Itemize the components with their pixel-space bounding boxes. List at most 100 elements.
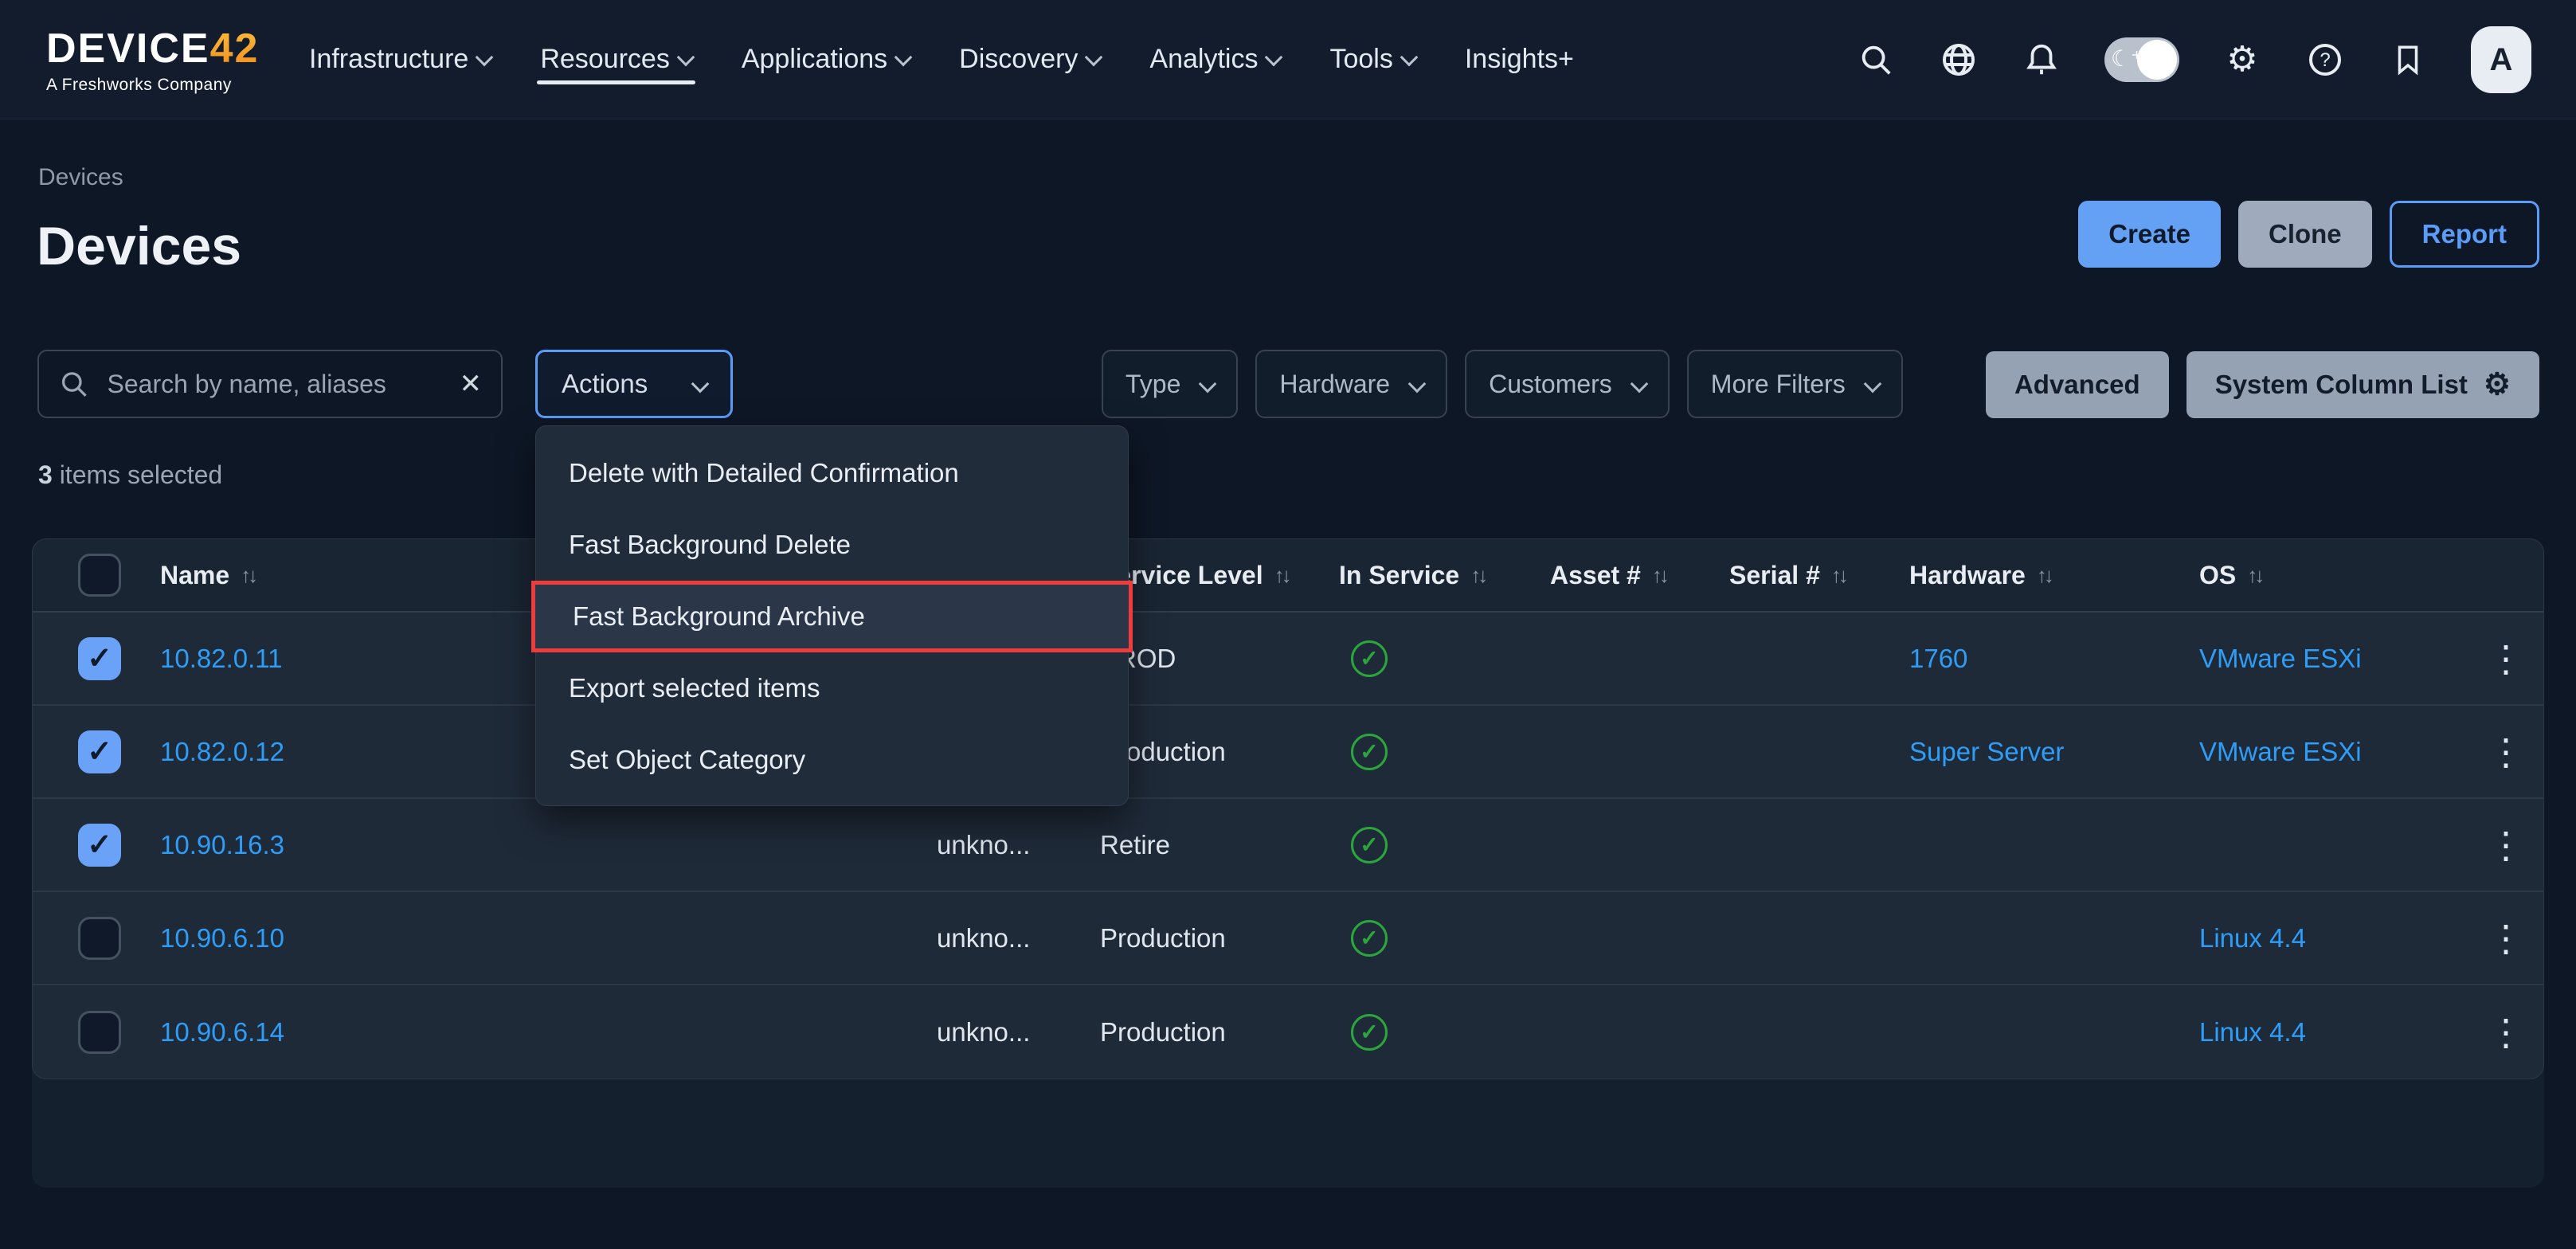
column-label: Hardware: [1909, 561, 2026, 590]
chevron-down-icon: [1630, 375, 1648, 393]
menu-item-fast-background-delete[interactable]: Fast Background Delete: [536, 509, 1128, 581]
filter-label: Hardware: [1279, 370, 1390, 399]
search-icon[interactable]: [1856, 40, 1896, 80]
actions-dropdown-menu: Delete with Detailed ConfirmationFast Ba…: [535, 425, 1129, 806]
header-buttons: Create Clone Report: [2078, 201, 2539, 268]
in-service-cell: ✓: [1323, 734, 1534, 770]
search-input[interactable]: [108, 370, 442, 399]
sort-icon[interactable]: ↑↓: [2247, 563, 2261, 588]
sort-icon[interactable]: ↑↓: [241, 563, 255, 588]
selection-status: 3 items selected: [38, 460, 222, 490]
globe-icon[interactable]: [1939, 40, 1979, 80]
clone-button[interactable]: Clone: [2238, 201, 2372, 268]
nav-item-resources[interactable]: Resources: [532, 20, 700, 99]
clear-search-icon[interactable]: ✕: [460, 368, 483, 400]
column-header-os[interactable]: OS↑↓: [2182, 561, 2468, 590]
breadcrumb[interactable]: Devices: [38, 164, 123, 191]
row-menu-kebab-icon[interactable]: ⋮: [2468, 1014, 2543, 1051]
nav-item-label: Infrastructure: [309, 44, 468, 75]
select-all-checkbox[interactable]: [78, 554, 121, 597]
chevron-down-icon: [1408, 375, 1427, 393]
os-link[interactable]: Linux 4.4: [2182, 1017, 2468, 1047]
menu-item-fast-background-archive[interactable]: Fast Background Archive: [531, 581, 1133, 652]
column-header-in_service[interactable]: In Service↑↓: [1323, 561, 1534, 590]
chevron-down-icon: [476, 48, 494, 66]
chevron-down-icon: [677, 48, 695, 66]
column-label: Serial #: [1729, 561, 1820, 590]
hardware-link[interactable]: 1760: [1892, 644, 2182, 674]
row-menu-kebab-icon[interactable]: ⋮: [2468, 734, 2543, 770]
column-header-serial[interactable]: Serial # ↑↓: [1713, 561, 1892, 590]
row-menu-kebab-icon[interactable]: ⋮: [2468, 827, 2543, 863]
table-row-10.82.0.11: ✓10.82.0.11PROD✓1760VMware ESXi⋮: [33, 613, 2543, 706]
row-menu-kebab-icon[interactable]: ⋮: [2468, 640, 2543, 677]
nav-item-analytics[interactable]: Analytics: [1141, 20, 1288, 99]
column-label: Name: [160, 561, 229, 590]
in-service-cell: ✓: [1323, 920, 1534, 957]
devices-table: Name↑↓Service Level↑↓In Service↑↓Asset #…: [32, 538, 2544, 1079]
nav-item-label: Discovery: [959, 44, 1078, 75]
report-button[interactable]: Report: [2390, 201, 2539, 268]
os-link[interactable]: VMware ESXi: [2182, 644, 2468, 674]
nav-item-label: Tools: [1329, 44, 1392, 75]
hardware-link[interactable]: Super Server: [1892, 737, 2182, 767]
chevron-down-icon: [1199, 375, 1217, 393]
column-header-asset[interactable]: Asset #↑↓: [1534, 561, 1713, 590]
sort-icon[interactable]: ↑↓: [1274, 563, 1289, 588]
notifications-bell-icon[interactable]: [2022, 40, 2061, 80]
devices-table-card: Name↑↓Service Level↑↓In Service↑↓Asset #…: [32, 538, 2544, 1188]
system-column-list-button[interactable]: System Column List ⚙: [2186, 351, 2539, 418]
row-checkbox[interactable]: [78, 917, 121, 960]
in-service-cell: ✓: [1323, 640, 1534, 677]
device-name-link[interactable]: 10.90.16.3: [128, 830, 929, 860]
row-checkbox[interactable]: [78, 1011, 121, 1054]
chevron-down-icon: [1085, 48, 1103, 66]
row-checkbox[interactable]: ✓: [78, 824, 121, 867]
search-box[interactable]: ✕: [37, 350, 503, 418]
menu-item-set-object-category[interactable]: Set Object Category: [536, 724, 1128, 796]
service-level-cell: Production: [1092, 1017, 1323, 1047]
table-row-10.90.6.14: 10.90.6.14unkno...Production✓Linux 4.4⋮: [33, 985, 2543, 1079]
bookmark-icon[interactable]: [2388, 40, 2428, 80]
device42-logo[interactable]: DEVICE42 A Freshworks Company: [46, 25, 285, 95]
row-menu-kebab-icon[interactable]: ⋮: [2468, 920, 2543, 957]
in-service-check-icon: ✓: [1351, 827, 1388, 863]
user-avatar[interactable]: A: [2471, 26, 2531, 93]
settings-gear-icon[interactable]: ⚙: [2222, 40, 2262, 80]
sort-icon[interactable]: ↑↓: [1652, 563, 1666, 588]
help-icon[interactable]: ?: [2305, 40, 2345, 80]
filter-label: More Filters: [1711, 370, 1846, 399]
filter-customers[interactable]: Customers: [1465, 350, 1670, 418]
os-link[interactable]: VMware ESXi: [2182, 737, 2468, 767]
service-level-cell: Retire: [1092, 830, 1323, 860]
filter-type[interactable]: Type: [1102, 350, 1238, 418]
filter-more-filters[interactable]: More Filters: [1687, 350, 1903, 418]
in-service-cell: ✓: [1323, 827, 1534, 863]
nav-item-discovery[interactable]: Discovery: [951, 20, 1108, 99]
sort-icon[interactable]: ↑↓: [2037, 563, 2051, 588]
row-checkbox[interactable]: ✓: [78, 730, 121, 773]
nav-item-infrastructure[interactable]: Infrastructure: [301, 20, 499, 99]
os-link[interactable]: Linux 4.4: [2182, 923, 2468, 953]
in-service-check-icon: ✓: [1351, 920, 1388, 957]
logo-number: 42: [210, 25, 260, 72]
column-header-hardware[interactable]: Hardware ↑↓: [1892, 561, 2182, 590]
menu-item-export-selected-items[interactable]: Export selected items: [536, 652, 1128, 724]
nav-item-tools[interactable]: Tools: [1321, 20, 1423, 99]
advanced-button[interactable]: Advanced: [1986, 351, 2169, 418]
sort-icon[interactable]: ↑↓: [1831, 563, 1846, 588]
create-button[interactable]: Create: [2078, 201, 2221, 268]
row-checkbox[interactable]: ✓: [78, 637, 121, 680]
device-name-link[interactable]: 10.90.6.10: [128, 923, 929, 953]
svg-text:?: ?: [2320, 49, 2330, 71]
filter-hardware[interactable]: Hardware: [1255, 350, 1447, 418]
device-name-link[interactable]: 10.90.6.14: [128, 1017, 929, 1047]
actions-dropdown-button[interactable]: Actions: [535, 350, 733, 418]
logo-text: DEVICE: [46, 25, 210, 72]
theme-toggle[interactable]: ☾⁺: [2104, 37, 2179, 82]
nav-item-applications[interactable]: Applications: [734, 20, 918, 99]
menu-item-delete-with-detailed-confirmation[interactable]: Delete with Detailed Confirmation: [536, 437, 1128, 509]
nav-item-insights-[interactable]: Insights+: [1457, 20, 1582, 99]
sort-icon[interactable]: ↑↓: [1470, 563, 1485, 588]
chevron-down-icon: [1265, 48, 1283, 66]
